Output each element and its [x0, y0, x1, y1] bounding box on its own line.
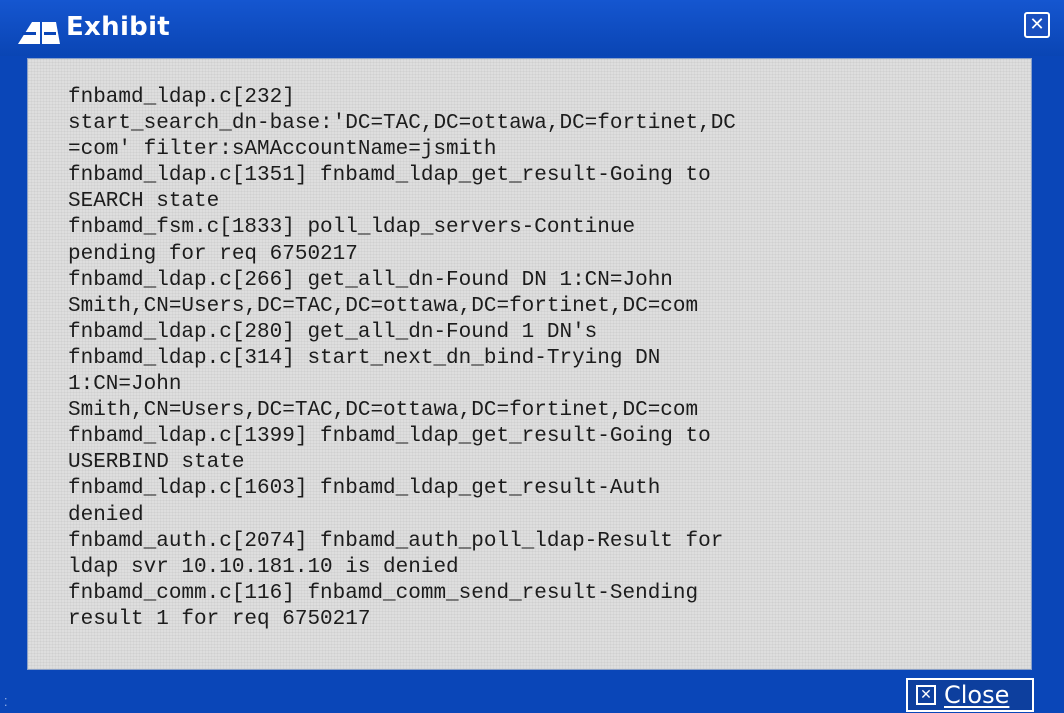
title-bar[interactable]: Exhibit ✕: [0, 0, 1064, 56]
log-output: fnbamd_ldap.c[232] start_search_dn-base:'…: [68, 85, 736, 633]
close-button[interactable]: ✕ Close: [906, 678, 1034, 712]
log-line: 1:CN=John: [68, 373, 182, 397]
log-line: fnbamd_ldap.c[266] get_all_dn-Found DN 1…: [68, 268, 673, 292]
log-line: fnbamd_ldap.c[232]: [68, 86, 295, 109]
bottom-bar: [0, 670, 1064, 713]
log-line: fnbamd_ldap.c[314] start_next_dn_bind-Tr…: [68, 346, 661, 370]
exhibit-icon: [18, 22, 60, 44]
log-panel: fnbamd_ldap.c[232] start_search_dn-base:'…: [27, 58, 1032, 670]
log-line: Smith,CN=Users,DC=TAC,DC=ottawa,DC=forti…: [68, 294, 699, 318]
log-line: fnbamd_ldap.c[280] get_all_dn-Found 1 DN…: [68, 320, 598, 344]
exhibit-window: Exhibit ✕ fnbamd_ldap.c[232] start_search…: [0, 0, 1064, 713]
close-icon[interactable]: ✕: [1024, 12, 1050, 38]
log-line: fnbamd_ldap.c[1603] fnbamd_ldap_get_resu…: [68, 477, 661, 501]
close-button-label: Close: [944, 681, 1010, 709]
log-line: ldap svr 10.10.181.10 is denied: [68, 555, 459, 579]
log-line: fnbamd_auth.c[2074] fnbamd_auth_poll_lda…: [68, 529, 724, 553]
log-line: result 1 for req 6750217: [68, 607, 371, 631]
log-line: start_search_dn-base:'DC=TAC,DC=ottawa,D…: [68, 112, 736, 136]
close-box-icon: ✕: [916, 685, 936, 705]
log-line: fnbamd_fsm.c[1833] poll_ldap_servers-Con…: [68, 216, 636, 240]
log-line: SEARCH state: [68, 190, 220, 214]
log-line: pending for req 6750217: [68, 242, 358, 266]
log-line: denied: [68, 503, 144, 527]
log-line: fnbamd_ldap.c[1399] fnbamd_ldap_get_resu…: [68, 425, 711, 449]
resize-grip-icon[interactable]: ⁚: [4, 696, 18, 709]
window-title: Exhibit: [66, 12, 171, 42]
log-line: USERBIND state: [68, 451, 245, 475]
log-line: =com' filter:sAMAccountName=jsmith: [68, 138, 497, 162]
log-line: fnbamd_ldap.c[1351] fnbamd_ldap_get_resu…: [68, 164, 711, 188]
log-line: Smith,CN=Users,DC=TAC,DC=ottawa,DC=forti…: [68, 399, 699, 423]
log-line: fnbamd_comm.c[116] fnbamd_comm_send_resu…: [68, 581, 699, 605]
